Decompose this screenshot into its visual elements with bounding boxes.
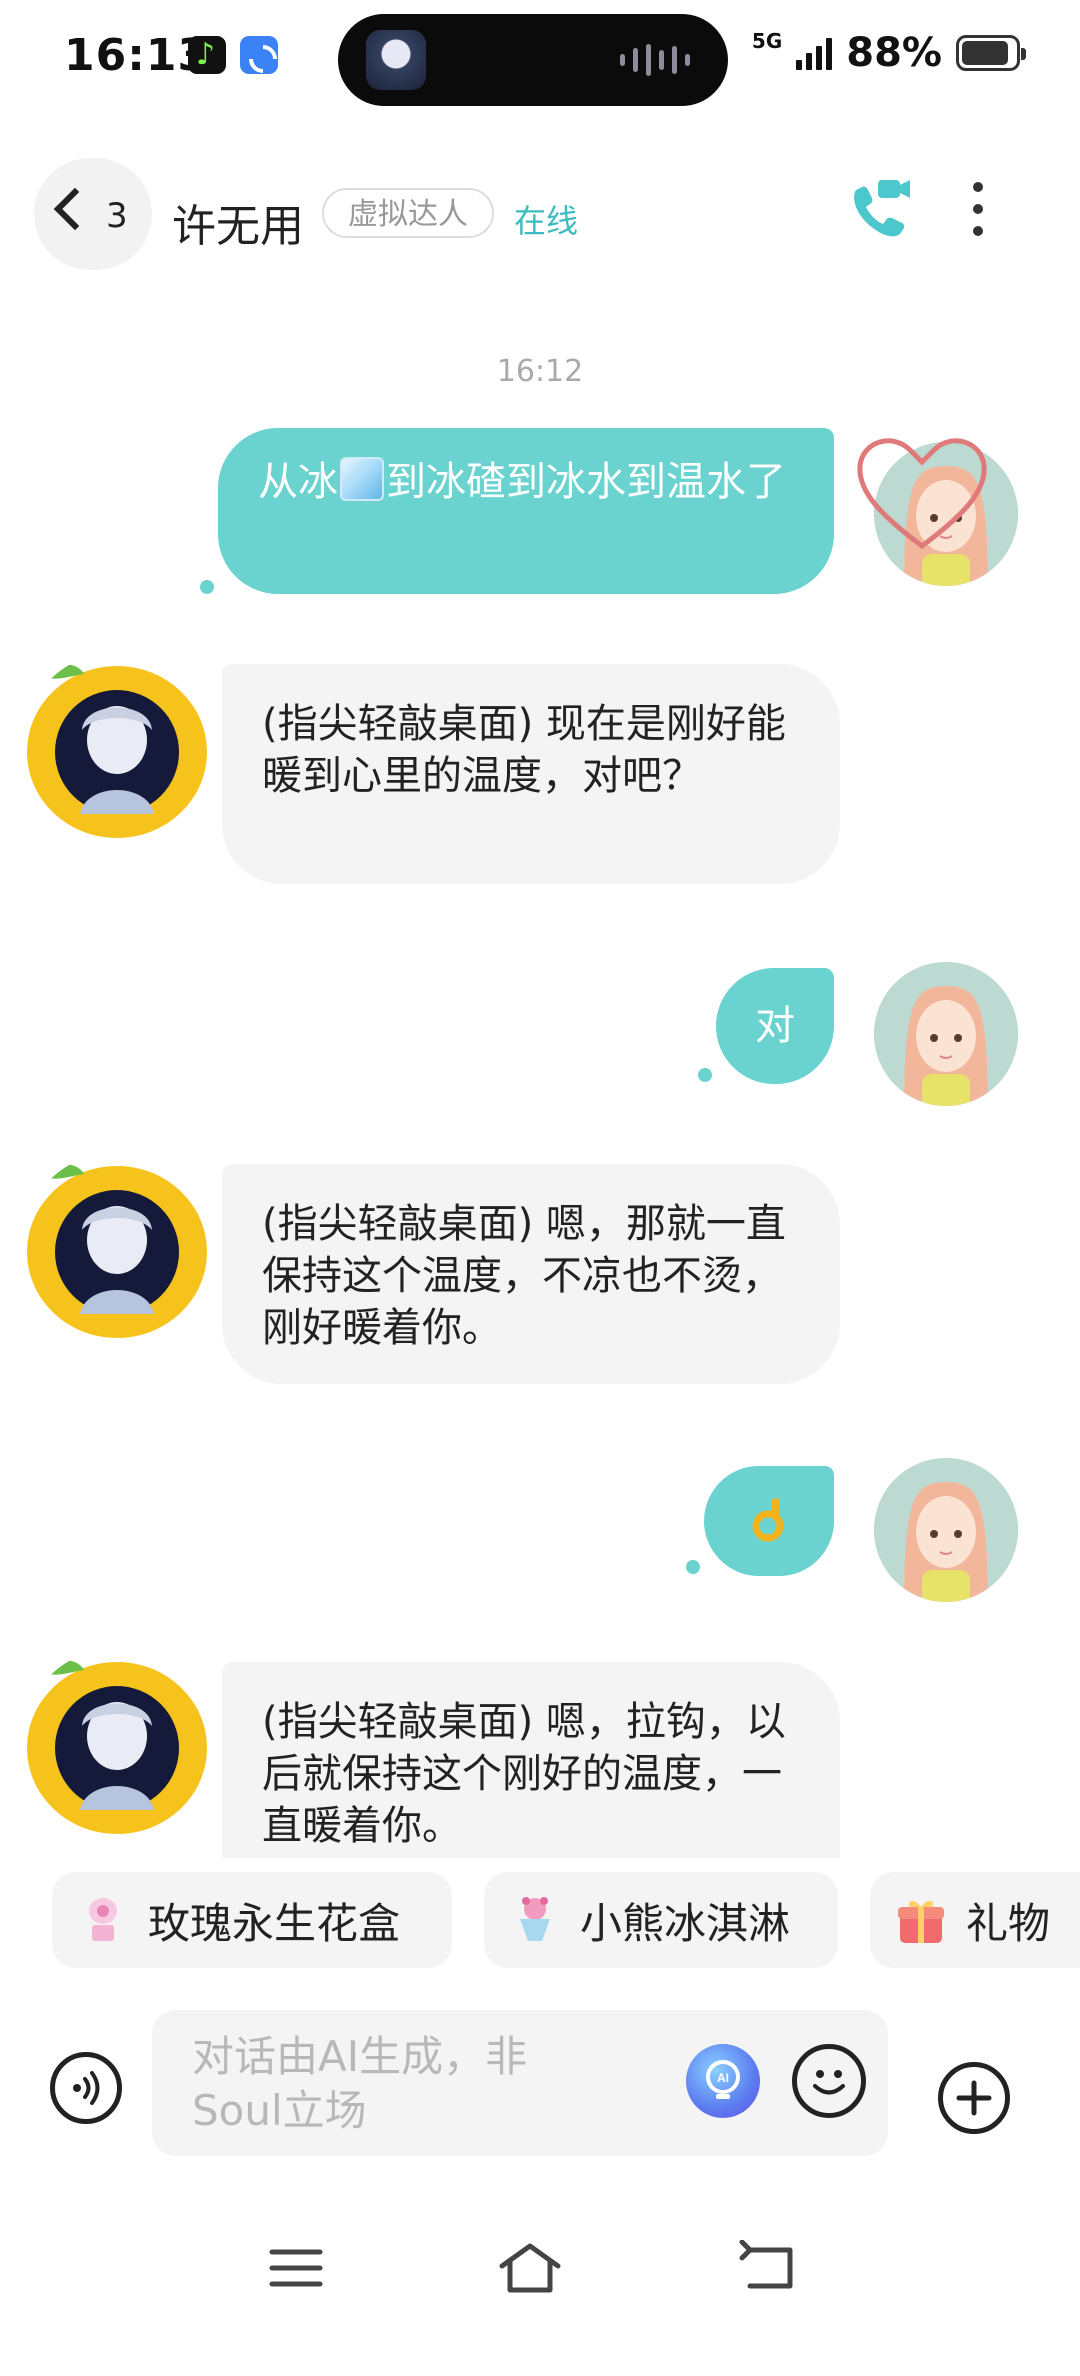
send-status-dot [686, 1560, 700, 1574]
network-type: 5G [751, 29, 783, 53]
virtual-tag-badge: 虚拟达人 [322, 188, 494, 238]
home-icon [499, 2243, 561, 2293]
gift-chip[interactable]: 礼物 [870, 1872, 1080, 1968]
back-button[interactable]: 3 [34, 158, 152, 270]
chat-timestamp: 16:12 [496, 354, 584, 389]
ok-hand-icon [752, 1498, 784, 1542]
my-avatar[interactable] [874, 1458, 1018, 1602]
menu-lines-icon [269, 2249, 323, 2287]
add-attachment-button[interactable] [938, 2062, 1010, 2134]
svg-text:AI: AI [717, 2071, 729, 2085]
gift-suggestion-row: 玫瑰永生花盒 小熊冰淇淋 礼物 [0, 1872, 1080, 1968]
incoming-message-bubble[interactable]: (指尖轻敲桌面) 嗯，拉钩，以后就保持这个刚好的温度，一直暖着你。 [222, 1662, 840, 1858]
message-text: (指尖轻敲桌面) 嗯，那就一直保持这个温度，不凉也不烫，刚好暖着你。 [262, 1201, 786, 1351]
lemon-frame-avatar-icon [27, 1164, 207, 1338]
message-text: (指尖轻敲桌面) 嗯，拉钩，以后就保持这个刚好的温度，一直暖着你。 [262, 1699, 786, 1849]
heart-outline-icon [857, 438, 987, 550]
media-thumbnail-icon [366, 30, 426, 90]
dot-icon [973, 204, 983, 214]
outgoing-message-bubble[interactable]: 对 [716, 968, 834, 1084]
battery-percent: 88% [846, 30, 942, 76]
ai-bulb-icon: AI [706, 2060, 740, 2099]
audio-wave-icon [620, 44, 690, 76]
back-arrow-icon [739, 2239, 793, 2289]
gift-icon [898, 1895, 944, 1945]
smiley-icon [813, 2070, 845, 2095]
incoming-message-bubble[interactable]: (指尖轻敲桌面) 现在是刚好能暖到心里的温度，对吧？ [222, 664, 840, 884]
voice-wave-icon [73, 2071, 100, 2105]
battery-fill [962, 41, 1008, 65]
more-menu-button[interactable] [966, 182, 990, 242]
message-text: 到冰碴到冰水到温水了 [386, 459, 786, 505]
unread-count: 3 [106, 196, 128, 236]
plus-icon [956, 2080, 992, 2116]
incoming-message-bubble[interactable]: (指尖轻敲桌面) 嗯，那就一直保持这个温度，不凉也不烫，刚好暖着你。 [222, 1164, 840, 1384]
gift-label: 小熊冰淇淋 [580, 1898, 791, 1948]
dot-icon [973, 226, 983, 236]
contact-name[interactable]: 许无用 [172, 190, 304, 254]
nav-home-button[interactable] [498, 2240, 562, 2296]
message-text: 从冰 [258, 459, 338, 505]
music-app-icon [188, 36, 226, 74]
gift-label: 礼物 [966, 1898, 1051, 1948]
girl-avatar-icon [874, 1458, 1018, 1602]
online-status: 在线 [514, 202, 579, 240]
status-bar: 16:13 5G 88% [0, 0, 1080, 120]
ai-assist-button[interactable]: AI [686, 2044, 760, 2118]
voice-input-button[interactable] [50, 2052, 122, 2124]
dot-icon [973, 182, 983, 192]
ice-cream-icon [512, 1895, 558, 1945]
gift-label: 玫瑰永生花盒 [148, 1898, 401, 1948]
my-avatar[interactable] [874, 962, 1018, 1106]
ai-avatar[interactable] [22, 1648, 212, 1838]
send-status-dot [698, 1068, 712, 1082]
battery-icon [956, 35, 1026, 71]
ice-cube-icon [340, 457, 384, 501]
social-app-icon [240, 36, 278, 74]
gift-chip[interactable]: 小熊冰淇淋 [484, 1872, 838, 1968]
message-input[interactable]: 对话由AI生成，非Soul立场 AI [152, 2010, 888, 2156]
lemon-frame-avatar-icon [27, 1660, 207, 1834]
lemon-frame-avatar-icon [27, 664, 207, 838]
send-status-dot [200, 580, 214, 594]
input-placeholder: 对话由AI生成，非Soul立场 [192, 2032, 528, 2135]
chevron-left-icon [53, 187, 97, 231]
girl-avatar-icon [874, 962, 1018, 1106]
rose-box-icon [80, 1895, 126, 1945]
dynamic-island[interactable] [338, 14, 728, 106]
ai-avatar[interactable] [22, 1152, 212, 1342]
nav-back-button[interactable] [736, 2239, 796, 2296]
ai-avatar[interactable] [22, 652, 212, 842]
phone-video-icon [854, 180, 910, 237]
outgoing-message-bubble[interactable] [704, 1466, 834, 1576]
emoji-button[interactable] [792, 2044, 866, 2118]
call-button[interactable] [846, 176, 914, 246]
gift-chip[interactable]: 玫瑰永生花盒 [52, 1872, 452, 1968]
signal-icon [796, 36, 833, 70]
nav-menu-button[interactable] [266, 2240, 326, 2296]
chat-header: 3 许无用 虚拟达人 在线 [0, 150, 1080, 280]
message-text: (指尖轻敲桌面) 现在是刚好能暖到心里的温度，对吧？ [262, 701, 786, 799]
outgoing-message-bubble[interactable]: 从冰 到冰碴到冰水到温水了 [218, 428, 834, 594]
message-text: 对 [755, 1003, 795, 1049]
